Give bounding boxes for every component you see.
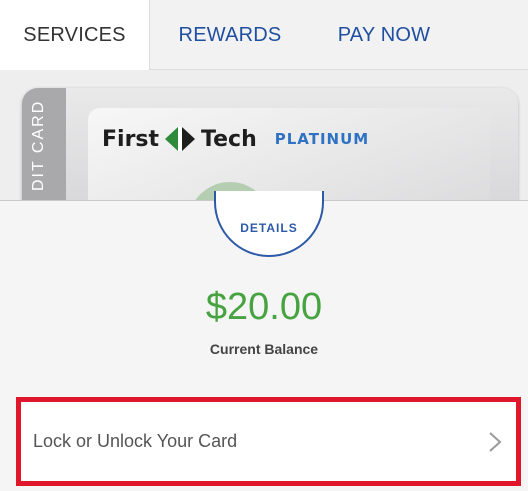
tab-rewards[interactable]: REWARDS [150,0,310,70]
current-balance-label: Current Balance [209,341,319,357]
details-label: DETAILS [240,221,298,235]
card-preview-area: DIT CARD First Tech PLATINUM [0,70,528,200]
current-balance-amount: $20.00 [205,286,323,328]
card-strip-text: DIT CARD [30,99,47,191]
credit-card-image[interactable]: DIT CARD First Tech PLATINUM [22,88,518,200]
card-tier: PLATINUM [274,130,370,148]
card-side-strip: DIT CARD [22,88,66,200]
tab-pay-now[interactable]: PAY NOW [310,0,458,70]
card-face: First Tech PLATINUM [88,108,490,200]
card-brand: First Tech PLATINUM [102,124,369,154]
chevron-right-icon [489,431,502,452]
tab-services[interactable]: SERVICES [0,0,150,71]
first-tech-logo-icon [165,127,196,151]
lock-unlock-label: Lock or Unlock Your Card [33,431,238,451]
lock-unlock-card-row[interactable]: Lock or Unlock Your Card [16,397,521,486]
account-details-panel: DETAILS $20.00 Current Balance [0,191,528,395]
details-button[interactable]: DETAILS [214,191,324,257]
brand-name-first: First [102,126,160,152]
brand-name-tech: Tech [201,126,257,152]
tab-bar: SERVICES REWARDS PAY NOW [0,0,528,71]
